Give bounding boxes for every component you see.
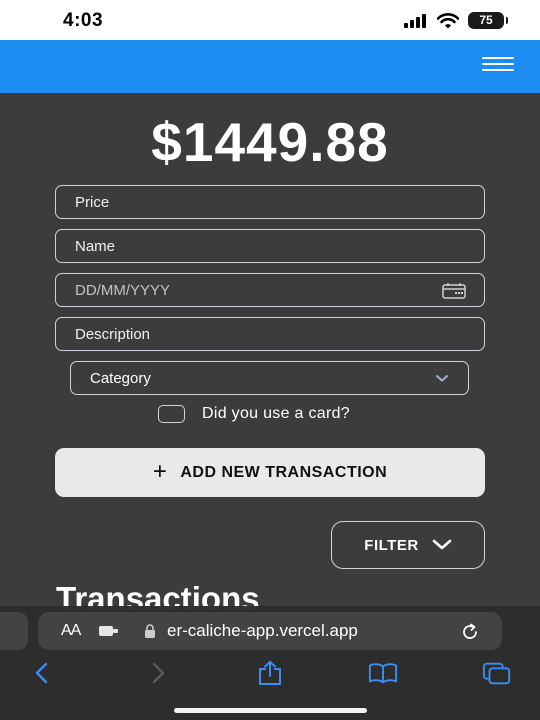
price-input[interactable] xyxy=(55,185,485,219)
category-select[interactable]: Category xyxy=(70,361,469,395)
lock-icon xyxy=(145,624,155,638)
reload-icon[interactable] xyxy=(460,622,480,642)
text-size-button[interactable]: AA xyxy=(61,622,81,640)
previous-tab-preview[interactable] xyxy=(0,612,28,650)
url-text[interactable]: er-caliche-app.vercel.app xyxy=(167,621,442,641)
back-icon[interactable] xyxy=(28,660,58,686)
status-icons: 75 xyxy=(404,12,508,29)
share-icon[interactable] xyxy=(255,660,285,686)
card-checkbox-label: Did you use a card? xyxy=(202,405,351,422)
app-header xyxy=(0,40,540,93)
balance-total: $1449.88 xyxy=(151,111,389,173)
name-input[interactable] xyxy=(55,229,485,263)
extension-icon[interactable] xyxy=(99,625,121,637)
bookmarks-icon[interactable] xyxy=(368,660,398,686)
add-transaction-label: ADD NEW TRANSACTION xyxy=(180,463,388,481)
description-input[interactable] xyxy=(55,317,485,351)
tabs-icon[interactable] xyxy=(482,660,512,686)
filter-label: FILTER xyxy=(364,536,419,554)
text-size-label: AA xyxy=(61,622,81,639)
card-checkbox-row[interactable]: Did you use a card? xyxy=(158,405,350,423)
battery-icon: 75 xyxy=(468,12,508,29)
status-bar: 4:03 75 xyxy=(0,0,540,40)
filter-button[interactable]: FILTER xyxy=(331,521,485,569)
wifi-icon xyxy=(437,12,459,28)
card-checkbox[interactable] xyxy=(158,405,185,423)
cellular-signal-icon xyxy=(404,13,426,28)
plus-icon: + xyxy=(152,457,168,485)
status-time: 4:03 xyxy=(63,10,104,31)
home-indicator xyxy=(174,708,367,713)
date-input[interactable] xyxy=(55,273,485,307)
chevron-down-icon xyxy=(436,374,448,382)
hamburger-menu-icon[interactable] xyxy=(482,57,514,77)
battery-level: 75 xyxy=(479,13,493,27)
add-transaction-button[interactable]: + ADD NEW TRANSACTION xyxy=(55,448,485,497)
forward-icon[interactable] xyxy=(142,660,172,686)
category-select-label: Category xyxy=(90,369,151,387)
chevron-down-icon xyxy=(432,539,451,550)
